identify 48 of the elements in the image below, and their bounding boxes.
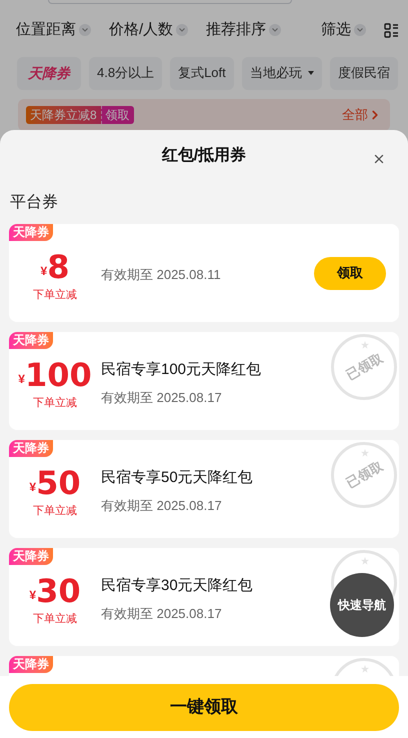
coupon-note: 下单立减: [33, 612, 77, 627]
coupon-title: 民宿专享30元天降红包: [101, 576, 253, 596]
star-icon: [361, 665, 369, 673]
filter-dropdown[interactable]: 推荐排序: [206, 18, 266, 42]
coupon-amount: 50: [36, 466, 81, 499]
filter-dropdown[interactable]: 筛选: [321, 18, 352, 42]
star-icon: [361, 341, 369, 349]
claim-all-button[interactable]: 一键领取: [9, 684, 399, 730]
coupon-title: 民宿专享100元天降红包: [101, 360, 262, 380]
dropdown-icon: [308, 71, 314, 75]
star-icon: [361, 557, 369, 565]
coupon-note: 下单立减: [33, 396, 77, 411]
coupon-title: 民宿专享50元天降红包: [101, 468, 253, 488]
coupon-amount: 8: [47, 250, 70, 283]
sheet-title: 红包/抵用券: [162, 146, 246, 166]
coupon-tag: 天降券: [9, 440, 53, 457]
coupon-tag: 天降券: [9, 332, 53, 349]
coupon-tag: 天降券: [9, 548, 53, 565]
star-icon: [361, 449, 369, 457]
currency-sign: ¥: [40, 264, 48, 277]
close-icon[interactable]: [372, 152, 386, 166]
coupon-note: 下单立减: [33, 288, 77, 303]
filter-chip[interactable]: 复式Loft: [170, 56, 234, 90]
filter-chip[interactable]: 当地必玩: [242, 56, 322, 90]
claim-button[interactable]: 领取: [314, 256, 386, 290]
currency-sign: ¥: [29, 480, 36, 493]
filter-dropdown[interactable]: 位置距离: [16, 18, 76, 42]
section-title: 平台券: [10, 192, 58, 213]
filter-chip[interactable]: 4.8分以上: [89, 56, 162, 90]
coupon-tag: 天降券: [9, 224, 53, 241]
currency-sign: ¥: [18, 372, 25, 385]
stamp-text: 已领取: [342, 350, 386, 386]
promo-claim[interactable]: 领取: [100, 106, 134, 124]
search-field[interactable]: [48, 0, 292, 4]
coupon-validity: 有效期至 2025.08.17: [101, 389, 222, 407]
currency-sign: ¥: [29, 588, 36, 601]
filter-dropdown[interactable]: 价格/人数: [109, 18, 174, 42]
coupon-note: 下单立减: [33, 504, 77, 519]
coupon-tag: 天降券: [9, 656, 53, 673]
promo-badge: 天降券立减8: [26, 106, 101, 124]
stamp-text: 已领取: [342, 458, 386, 494]
coupon-amount: 100: [24, 358, 92, 391]
coupon-validity: 有效期至 2025.08.11: [101, 266, 221, 284]
filter-chip[interactable]: 度假民宿: [330, 56, 398, 90]
coupon-validity: 有效期至 2025.08.17: [101, 497, 222, 515]
coupon-validity: 有效期至 2025.08.17: [101, 605, 222, 623]
coupon-amount: 30: [36, 574, 81, 607]
list-view-icon[interactable]: [384, 22, 400, 38]
